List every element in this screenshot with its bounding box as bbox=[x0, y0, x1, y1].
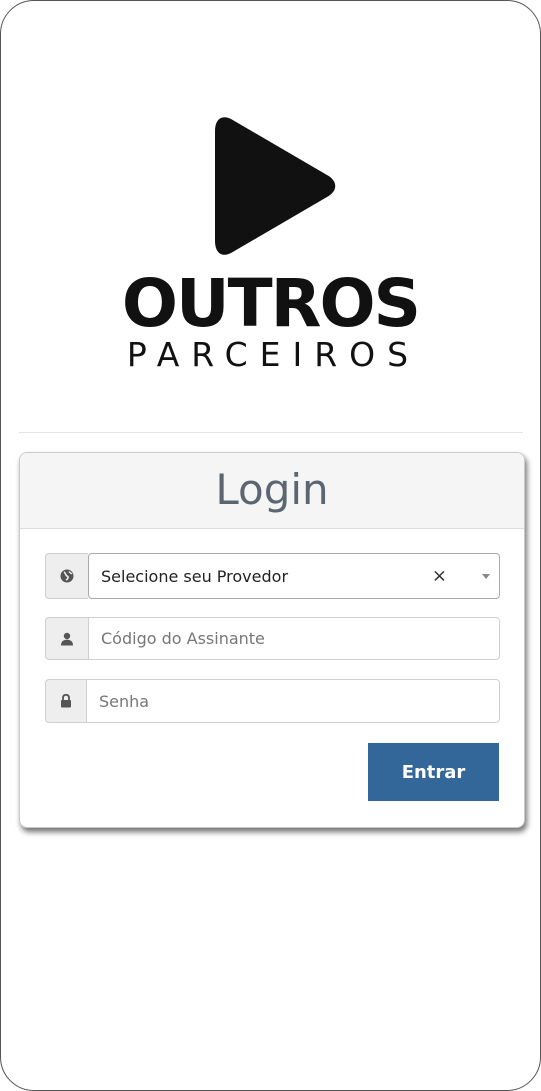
lock-icon bbox=[61, 694, 71, 708]
password-placeholder: Senha bbox=[99, 691, 150, 711]
divider bbox=[19, 432, 523, 433]
password-input[interactable]: Senha bbox=[86, 679, 500, 723]
brand-title: OUTROS bbox=[121, 265, 421, 342]
subscriber-code-input[interactable]: Código do Assinante bbox=[88, 617, 500, 660]
provider-selected-value: Selecione seu Provedor bbox=[101, 566, 289, 586]
subscriber-addon bbox=[45, 617, 88, 660]
provider-row: Selecione seu Provedor × bbox=[45, 553, 500, 599]
provider-select[interactable]: Selecione seu Provedor × bbox=[88, 553, 500, 599]
user-icon bbox=[61, 632, 73, 645]
app-screen: OUTROS PARCEIROS Login Selecione seu Pro… bbox=[0, 0, 541, 1091]
login-panel: Login Selecione seu Provedor × Código do… bbox=[19, 452, 525, 828]
chevron-down-icon[interactable] bbox=[482, 574, 490, 579]
subscriber-row: Código do Assinante bbox=[45, 617, 500, 660]
subscriber-code-placeholder: Código do Assinante bbox=[101, 629, 265, 648]
globe-icon bbox=[60, 569, 74, 583]
provider-addon bbox=[45, 553, 88, 599]
brand-subtitle: PARCEIROS bbox=[126, 335, 421, 374]
play-icon bbox=[215, 117, 336, 255]
password-row: Senha bbox=[45, 679, 500, 723]
login-button[interactable]: Entrar bbox=[368, 743, 499, 801]
password-addon bbox=[45, 679, 86, 723]
login-heading: Login bbox=[20, 453, 524, 529]
clear-selection-icon[interactable]: × bbox=[432, 566, 447, 587]
